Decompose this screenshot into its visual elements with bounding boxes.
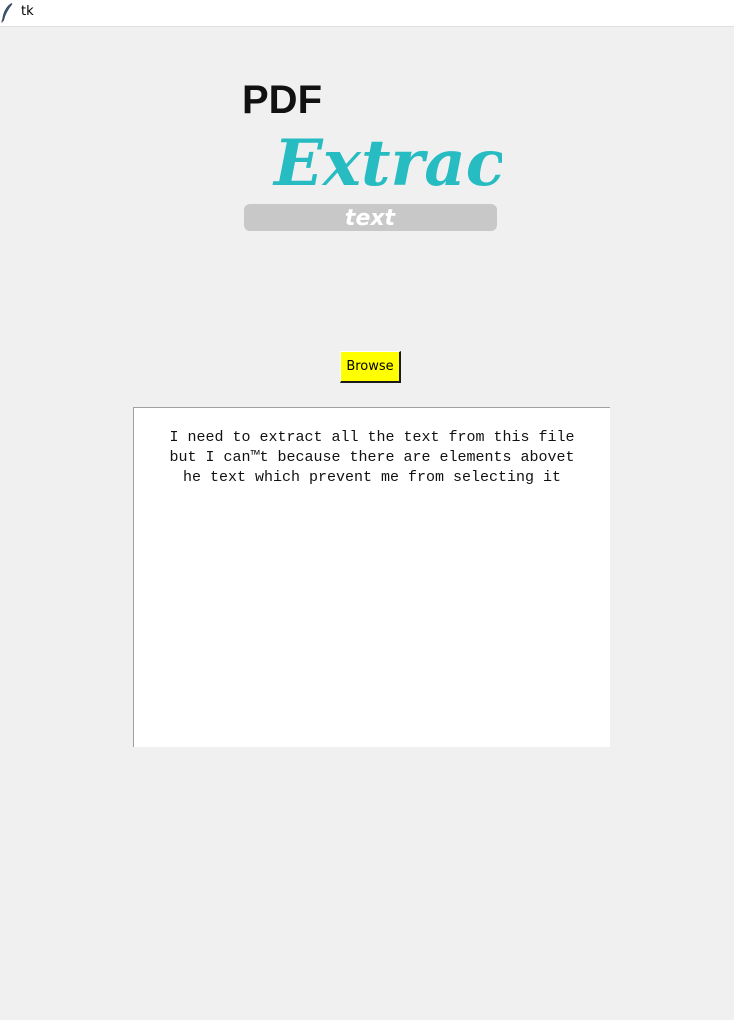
text-line: but I can™t because there are elements a… (169, 449, 575, 466)
logo-text-label: text (345, 206, 397, 231)
logo-extract-text: Extract (272, 126, 502, 201)
feather-icon (1, 3, 13, 23)
text-line: I need to extract all the text from this… (169, 429, 575, 446)
logo-pdf-text: PDF (242, 78, 322, 122)
pdf-extract-logo: PDF Extract text (242, 78, 502, 231)
text-line: he text which prevent me from selecting … (182, 469, 562, 486)
extracted-text-area[interactable]: I need to extract all the text from this… (133, 407, 610, 747)
title-bar: tk (0, 0, 734, 27)
browse-button[interactable]: Browse (340, 351, 401, 383)
window-title: tk (21, 4, 34, 19)
